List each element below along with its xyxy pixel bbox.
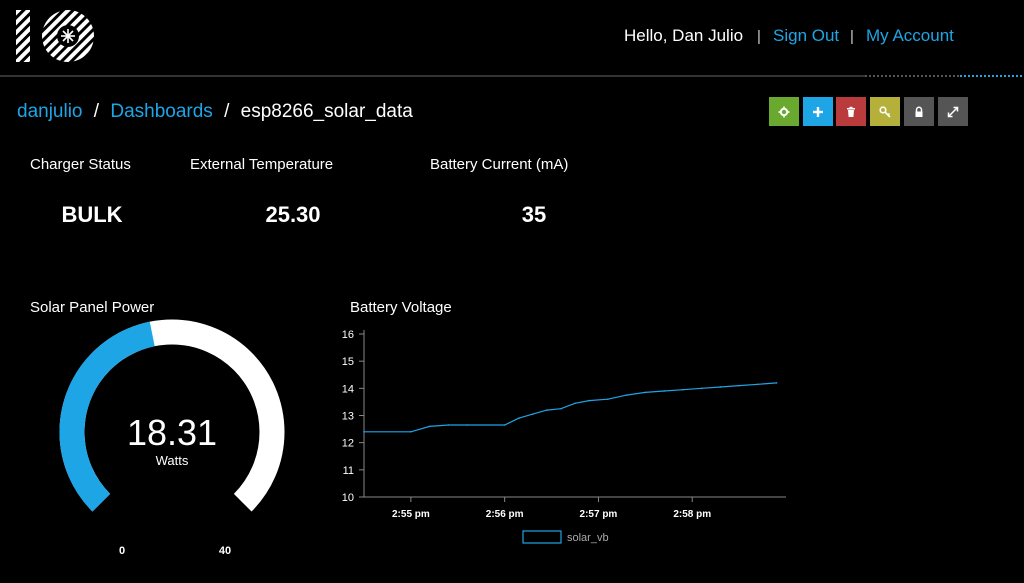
add-block-button[interactable] (803, 97, 833, 126)
external-temperature-value: 25.30 (265, 202, 321, 227)
data-point (546, 409, 548, 411)
y-tick-label: 15 (342, 356, 354, 368)
external-temperature-label: External Temperature (190, 156, 334, 173)
charger-status-value: BULK (61, 202, 123, 227)
plus-icon (813, 106, 823, 117)
key-icon (879, 105, 891, 118)
data-point (644, 391, 647, 394)
data-point (757, 383, 759, 386)
data-point (466, 424, 468, 426)
y-tick-label: 16 (342, 329, 354, 341)
breadcrumb-user-link[interactable]: danjulio (17, 101, 83, 122)
data-point (532, 413, 534, 415)
breadcrumb-current: esp8266_solar_data (240, 101, 413, 122)
battery-voltage-chart: 10 11 12 13 14 15 16 2:55 pm 2:56 pm 2:57 pm 2:58 … (330, 320, 800, 550)
battery-current-label: Battery Current (mA) (430, 156, 569, 173)
charger-status-label: Charger Status (30, 156, 131, 173)
trash-icon (847, 106, 855, 117)
data-point (410, 431, 412, 433)
delete-dashboard-button[interactable] (836, 97, 866, 126)
breadcrumb: danjulio / Dashboards / esp8266_solar_da… (17, 101, 413, 123)
data-point (560, 407, 562, 410)
gear-icon (778, 106, 790, 117)
expand-icon (947, 106, 959, 117)
solar-panel-power-title: Solar Panel Power (30, 299, 155, 316)
x-tick-label: 2:55 pm (392, 509, 430, 520)
x-tick-label: 2:58 pm (673, 509, 711, 520)
my-account-link[interactable]: My Account (866, 26, 954, 46)
header-divider-dots (865, 75, 960, 77)
breadcrumb-separator: / (93, 101, 100, 122)
data-point (517, 417, 520, 420)
y-tick-label: 13 (342, 411, 354, 423)
legend-label: solar_vb (567, 532, 609, 544)
dashboard-key-button[interactable] (870, 97, 900, 126)
y-tick-label: 10 (342, 492, 354, 504)
data-point (719, 386, 722, 388)
data-point (503, 424, 506, 426)
legend-swatch (522, 530, 562, 544)
gauge-value: 18.31 (127, 412, 217, 453)
greeting-text: Hello, Dan Julio (624, 26, 744, 45)
data-point (447, 424, 450, 426)
data-point (428, 425, 431, 428)
data-point (700, 387, 703, 390)
breadcrumb-dashboards-link[interactable]: Dashboards (110, 101, 212, 122)
data-point (738, 384, 740, 387)
header-separator: | (850, 28, 854, 45)
header-divider-accent (960, 75, 1024, 77)
y-tick-label: 14 (342, 383, 354, 395)
solar-power-gauge: 18.31 Watts 0 40 (30, 316, 300, 566)
gauge-unit: Watts (156, 453, 189, 468)
data-point (625, 394, 628, 396)
y-tick-label: 11 (343, 465, 354, 477)
gauge-max-label: 40 (219, 545, 231, 557)
lock-icon (915, 106, 923, 117)
data-point (607, 398, 609, 400)
data-point (363, 431, 365, 433)
data-point (775, 382, 778, 384)
data-point (663, 390, 665, 392)
sign-out-link[interactable]: Sign Out (773, 26, 839, 46)
header-divider (0, 75, 865, 77)
gauge-min-label: 0 (119, 545, 125, 557)
io-logo-icon[interactable] (16, 10, 96, 62)
battery-voltage-title: Battery Voltage (350, 299, 452, 316)
data-point (682, 388, 684, 391)
data-point (588, 399, 590, 402)
series-line-solar_vb (364, 382, 777, 433)
data-point (574, 402, 576, 405)
y-tick-label: 12 (342, 438, 354, 450)
header-separator: | (757, 28, 761, 45)
breadcrumb-separator: / (224, 101, 230, 122)
x-tick-label: 2:57 pm (580, 509, 618, 520)
lock-dashboard-button[interactable] (904, 97, 934, 126)
fullscreen-button[interactable] (938, 97, 968, 126)
battery-current-value: 35 (521, 202, 547, 227)
x-tick-label: 2:56 pm (486, 509, 524, 520)
dashboard-settings-button[interactable] (769, 97, 799, 126)
